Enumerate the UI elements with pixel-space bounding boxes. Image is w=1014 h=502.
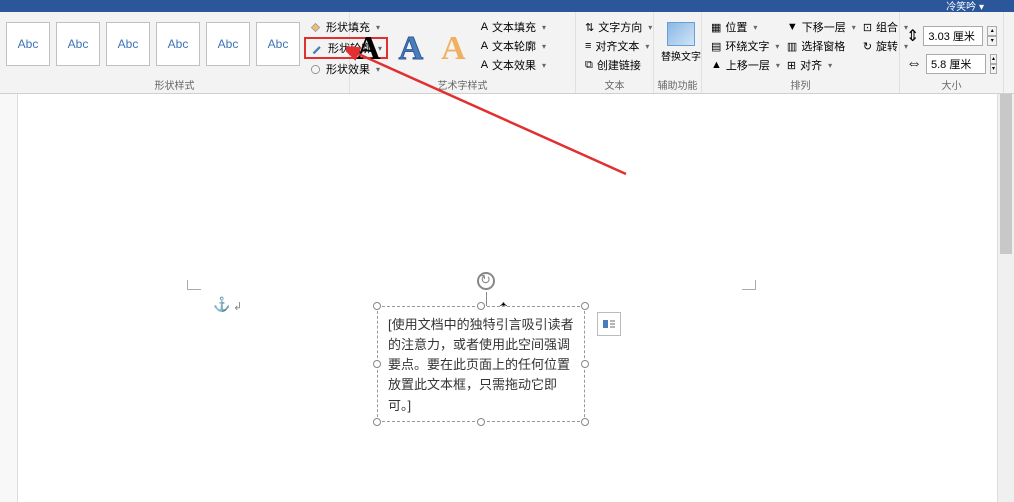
group-label: 排列 [702, 77, 899, 93]
layout-options-button[interactable] [597, 312, 621, 336]
height-icon: ⇕ [906, 26, 919, 46]
text-outline-button[interactable]: A文本轮廓▾ [478, 37, 549, 55]
vertical-ruler [0, 94, 18, 502]
paragraph-mark: ↲ [233, 300, 242, 313]
text-direction-button[interactable]: ⇅文字方向▾ [582, 18, 647, 36]
width-spinner[interactable]: ▴▾ [990, 54, 997, 74]
rotate-handle[interactable] [477, 272, 495, 290]
scrollbar-thumb[interactable] [1000, 94, 1012, 254]
replace-text-icon [667, 22, 695, 46]
resize-handle[interactable] [581, 302, 589, 310]
group-label: 大小 [900, 77, 1003, 93]
resize-handle[interactable] [581, 360, 589, 368]
text-box[interactable]: [使用文档中的独特引言吸引读者的注意力，或者使用此空间强调要点。要在此页面上的任… [377, 306, 585, 422]
pen-icon [310, 41, 324, 55]
height-input[interactable] [923, 26, 983, 46]
replace-text-button[interactable]: 替换文字 [660, 14, 702, 63]
margin-mark [742, 280, 756, 290]
width-icon: ⇔ [906, 55, 922, 73]
text-effects-icon: A [481, 59, 488, 71]
text-direction-icon: ⇅ [585, 21, 594, 34]
bring-forward-button[interactable]: ▲上移一层▾ [708, 56, 783, 74]
arrange-group: ▦位置▾ ▤环绕文字▾ ▲上移一层▾ ▼下移一层▾ ▥选择窗格 ⊞对齐▾ ⊡组合… [702, 12, 900, 93]
wordart-sample[interactable]: A [399, 30, 424, 68]
position-button[interactable]: ▦位置▾ [708, 18, 783, 36]
resize-handle[interactable] [477, 418, 485, 426]
resize-handle[interactable] [581, 418, 589, 426]
wordart-sample[interactable]: A [441, 30, 466, 68]
bring-up-icon: ▲ [711, 59, 722, 71]
title-bar: 冷笑吟 ▾ [0, 0, 1014, 12]
text-fill-icon: A [481, 21, 488, 33]
style-item[interactable]: Abc [6, 22, 50, 66]
send-backward-button[interactable]: ▼下移一层▾ [784, 18, 859, 36]
position-icon: ▦ [711, 21, 721, 34]
align-icon: ⊞ [787, 59, 796, 72]
document-area: ⚓ ↲ ✥ [使用文档中的独特引言吸引读者的注意力，或者使用此空间强调要点。要在… [18, 94, 996, 502]
wordart-group: A A A A文本填充▾ A文本轮廓▾ A文本效果▾ 艺术字样式 [350, 12, 576, 93]
send-down-icon: ▼ [787, 21, 798, 33]
selection-pane-icon: ▥ [787, 40, 797, 53]
style-item[interactable]: Abc [106, 22, 150, 66]
create-link-button[interactable]: ⧉创建链接 [582, 56, 647, 74]
resize-handle[interactable] [373, 360, 381, 368]
page: ⚓ ↲ ✥ [使用文档中的独特引言吸引读者的注意力，或者使用此空间强调要点。要在… [117, 94, 897, 502]
width-input[interactable] [926, 54, 986, 74]
wordart-sample[interactable]: A [356, 30, 381, 68]
text-outline-icon: A [481, 40, 488, 52]
link-icon: ⧉ [585, 59, 593, 72]
group-icon: ⊡ [863, 21, 872, 34]
style-item[interactable]: Abc [156, 22, 200, 66]
layout-options-icon [601, 316, 617, 332]
text-effects-button[interactable]: A文本效果▾ [478, 56, 549, 74]
group-label: 辅助功能 [654, 77, 701, 93]
anchor-icon: ⚓ [213, 296, 230, 313]
resize-handle[interactable] [373, 418, 381, 426]
style-item[interactable]: Abc [56, 22, 100, 66]
align-text-icon: ≡ [585, 40, 591, 52]
vertical-scrollbar[interactable] [997, 94, 1014, 502]
rotate-icon: ↻ [863, 40, 872, 53]
selection-pane-button[interactable]: ▥选择窗格 [784, 37, 859, 55]
margin-mark [187, 280, 201, 290]
paint-bucket-icon [308, 20, 322, 34]
resize-handle[interactable] [373, 302, 381, 310]
align-text-button[interactable]: ≡对齐文本▾ [582, 37, 647, 55]
group-label: 形状样式 [0, 77, 349, 93]
height-spinner[interactable]: ▴▾ [987, 26, 997, 46]
wordart-gallery[interactable]: A A A [356, 14, 466, 74]
shape-style-gallery: Abc Abc Abc Abc Abc Abc [6, 14, 300, 78]
group-label: 艺术字样式 [350, 77, 575, 93]
group-label: 文本 [576, 77, 653, 93]
text-fill-button[interactable]: A文本填充▾ [478, 18, 549, 36]
shape-style-group: Abc Abc Abc Abc Abc Abc 形状填充▾ 形状轮廓▾ 形状 [0, 12, 350, 93]
text-group: ⇅文字方向▾ ≡对齐文本▾ ⧉创建链接 文本 [576, 12, 654, 93]
wrap-icon: ▤ [711, 40, 721, 53]
ribbon: Abc Abc Abc Abc Abc Abc 形状填充▾ 形状轮廓▾ 形状 [0, 12, 1014, 94]
effects-icon [308, 62, 322, 76]
assist-group: 替换文字 辅助功能 [654, 12, 702, 93]
size-group: ⇕ ▴▾ ⇔ ▴▾ 大小 [900, 12, 1004, 93]
style-item[interactable]: Abc [256, 22, 300, 66]
wrap-text-button[interactable]: ▤环绕文字▾ [708, 37, 783, 55]
align-button[interactable]: ⊞对齐▾ [784, 56, 859, 74]
style-item[interactable]: Abc [206, 22, 250, 66]
resize-handle[interactable] [477, 302, 485, 310]
